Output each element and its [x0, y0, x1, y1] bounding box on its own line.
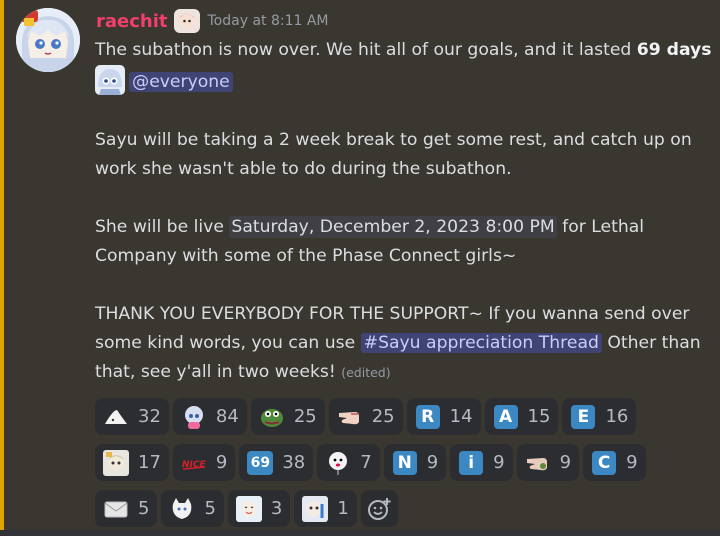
- reaction-row: 32 84 25 25 R 14 A 15 E 16: [95, 398, 695, 435]
- username[interactable]: raechit: [96, 11, 168, 32]
- letter-e-icon: E: [570, 404, 596, 430]
- reaction-count: 9: [559, 452, 572, 473]
- reaction-count: 7: [360, 452, 372, 473]
- reaction-letter-r[interactable]: R 14: [406, 398, 481, 435]
- timestamp-chip[interactable]: Saturday, December 2, 2023 8:00 PM: [229, 216, 557, 238]
- envelope-icon: [103, 496, 129, 522]
- message-content: The subathon is now over. We hit all of …: [95, 36, 713, 387]
- reaction-envelope[interactable]: 5: [95, 490, 158, 527]
- letter-r-icon: R: [415, 404, 441, 430]
- letter-n-icon: N: [392, 450, 418, 476]
- letter-a-icon: A: [493, 404, 519, 430]
- paragraph-3: She will be live Saturday, December 2, 2…: [95, 213, 713, 271]
- reaction-cat-sticker[interactable]: 5: [161, 490, 224, 527]
- reaction-sayu-chibi[interactable]: 17: [95, 444, 169, 481]
- reaction-count: 9: [215, 452, 228, 473]
- reaction-count: 3: [270, 498, 283, 519]
- reaction-count: 38: [282, 452, 306, 473]
- reaction-count: 9: [626, 452, 638, 473]
- balloon-face-icon: [325, 450, 351, 476]
- reaction-pointing-hand-2[interactable]: 9: [516, 444, 580, 481]
- nice-text-icon: NICE: [181, 450, 207, 476]
- edited-label: (edited): [341, 365, 391, 380]
- letter-i-icon: i: [458, 450, 484, 476]
- reactions-bar: 32 84 25 25 R 14 A 15 E 16 17 NICE 9 69 …: [95, 398, 695, 536]
- sayu-happy-icon: [235, 495, 262, 522]
- reaction-count: 5: [138, 498, 150, 519]
- reaction-letter-i[interactable]: i9: [450, 444, 513, 481]
- reaction-count: 9: [493, 452, 505, 473]
- reaction-row: 5 5 3 1: [95, 490, 695, 527]
- pepe-icon: [259, 404, 285, 430]
- thread-name: Sayu appreciation Thread: [378, 333, 599, 353]
- cat-sticker-icon: [169, 496, 195, 522]
- paragraph-2: Sayu will be taking a 2 week break to ge…: [95, 130, 692, 179]
- reaction-count: 32: [138, 406, 161, 427]
- everyone-mention[interactable]: @everyone: [129, 72, 233, 92]
- letter-c-icon: C: [591, 450, 617, 476]
- sayu-peek-icon[interactable]: [95, 65, 125, 95]
- reaction-count: 15: [527, 406, 551, 427]
- reaction-count: 14: [449, 406, 473, 427]
- reaction-row: 17 NICE 9 69 38 7 N9 i9 9 C9: [95, 444, 695, 481]
- avatar[interactable]: [16, 8, 80, 72]
- reaction-count: 16: [605, 406, 629, 427]
- thread-channel-link[interactable]: #Sayu appreciation Thread: [360, 333, 602, 353]
- reaction-pointing-hand[interactable]: 25: [328, 398, 403, 435]
- reaction-count: 9: [426, 452, 439, 473]
- reaction-letter-e[interactable]: E 16: [562, 398, 637, 435]
- reaction-sayu-cry[interactable]: 1: [294, 490, 357, 527]
- reaction-count: 1: [337, 498, 349, 519]
- add-reaction-button[interactable]: [360, 490, 398, 527]
- add-reaction-icon: [366, 496, 392, 522]
- para3-prefix: She will be live: [95, 217, 230, 237]
- reaction-balloon-face[interactable]: 7: [317, 444, 380, 481]
- sayu-chibi-icon: [103, 449, 129, 476]
- bold-days: 69 days: [636, 40, 712, 60]
- paragraph-4: THANK YOU EVERYBODY FOR THE SUPPORT~ If …: [95, 300, 713, 387]
- timestamp[interactable]: Today at 8:11 AM: [208, 13, 329, 29]
- reaction-nice[interactable]: NICE 9: [172, 444, 236, 481]
- reaction-69[interactable]: 69 38: [239, 444, 314, 481]
- reaction-pepe[interactable]: 25: [250, 398, 325, 435]
- message-header: raechit Today at 8:11 AM: [96, 8, 329, 34]
- role-icon[interactable]: [173, 9, 200, 33]
- pointing-hand-icon: [337, 404, 363, 430]
- reaction-count: 25: [371, 406, 395, 427]
- reaction-count: 84: [215, 406, 239, 427]
- reaction-letter-c[interactable]: C9: [583, 444, 646, 481]
- reaction-letter-n[interactable]: N9: [383, 444, 447, 481]
- line1-text: The subathon is now over. We hit all of …: [95, 40, 637, 60]
- reaction-shark[interactable]: 32: [95, 398, 169, 435]
- sayu-pink-icon: [181, 404, 207, 430]
- sayu-cry-icon: [302, 495, 329, 522]
- shark-icon: [103, 404, 129, 430]
- reaction-count: 25: [293, 406, 317, 427]
- reaction-letter-a[interactable]: A 15: [484, 398, 559, 435]
- number-69-icon: 69: [247, 450, 274, 476]
- reaction-count: 17: [138, 452, 161, 473]
- pointing-hand-2-icon: [525, 450, 551, 476]
- reaction-count: 5: [204, 498, 216, 519]
- mention-line: @everyone: [95, 65, 713, 97]
- reaction-sayu-pink[interactable]: 84: [172, 398, 247, 435]
- paragraph-1: The subathon is now over. We hit all of …: [95, 36, 713, 65]
- thread-icon: #: [363, 333, 379, 353]
- reaction-sayu-happy[interactable]: 3: [227, 490, 291, 527]
